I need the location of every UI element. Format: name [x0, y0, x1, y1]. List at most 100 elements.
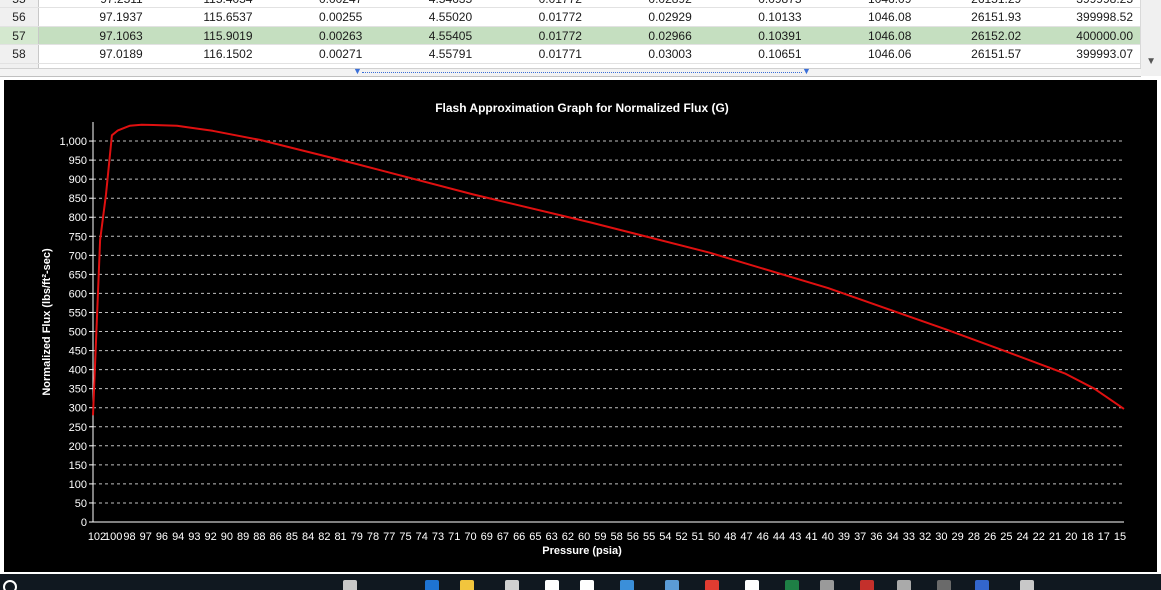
table-cell[interactable]: 1046.08	[810, 27, 920, 44]
table-cell[interactable]: 1046.09	[810, 0, 920, 7]
panel-splitter[interactable]: ▼ ▼	[0, 66, 1141, 77]
y-tick-label: 350	[69, 384, 87, 396]
table-cell[interactable]: 0.00271	[261, 45, 371, 62]
chrome-icon[interactable]	[705, 580, 719, 590]
table-cell[interactable]: 97.0189	[39, 45, 151, 62]
x-tick-label: 54	[659, 531, 671, 543]
row-header[interactable]: 57	[0, 26, 39, 45]
excel-icon[interactable]	[785, 580, 799, 590]
table-cell[interactable]: 0.01771	[480, 45, 590, 62]
table-row[interactable]: 58 97.0189 116.1502 0.00271 4.55791 0.01771 0.…	[0, 45, 1141, 64]
scroll-down-icon[interactable]: ▼	[1146, 56, 1156, 67]
table-row[interactable]: 57 97.1063 115.9019 0.00263 4.55405 0.01772 0.…	[0, 26, 1141, 46]
app-icon-3[interactable]	[820, 580, 834, 590]
table-cell[interactable]: 97.1063	[39, 27, 151, 44]
table-cell[interactable]: 4.55405	[370, 27, 480, 44]
table-row[interactable]: 56 97.1937 115.6537 0.00255 4.55020 0.01772 0.…	[0, 8, 1141, 27]
table-cell[interactable]: 0.00247	[261, 0, 371, 7]
table-cell[interactable]: 0.10651	[700, 45, 810, 62]
table-cell[interactable]: 115.4054	[151, 0, 261, 7]
row-header[interactable]: 58	[0, 45, 39, 63]
table-cell[interactable]: 4.55791	[370, 45, 480, 62]
x-tick-label: 70	[464, 531, 476, 543]
chart-title: Flash Approximation Graph for Normalized…	[435, 101, 729, 115]
table-cell[interactable]: 400000.00	[1029, 27, 1141, 44]
x-tick-label: 26	[984, 531, 996, 543]
store-icon[interactable]	[505, 580, 519, 590]
splitter-down-icon[interactable]: ▼	[802, 66, 811, 76]
app-icon-2[interactable]	[665, 580, 679, 590]
splitter-up-icon[interactable]: ▼	[353, 66, 362, 76]
app-icon[interactable]	[620, 580, 634, 590]
x-tick-label: 22	[1033, 531, 1045, 543]
table-cell[interactable]: 399993.07	[1029, 45, 1141, 62]
folder-icon[interactable]	[460, 580, 474, 590]
app-icon-4[interactable]	[897, 580, 911, 590]
table-cell[interactable]: 26152.02	[919, 27, 1029, 44]
x-tick-label: 77	[383, 531, 395, 543]
table-cell[interactable]: 0.02966	[590, 27, 700, 44]
edge-icon[interactable]	[425, 580, 439, 590]
x-tick-label: 25	[1000, 531, 1012, 543]
table-cell[interactable]: 399998.25	[1029, 0, 1141, 7]
x-tick-label: 58	[610, 531, 622, 543]
table-cell[interactable]: 116.1502	[151, 45, 261, 62]
x-tick-label: 15	[1114, 531, 1126, 543]
x-tick-label: 78	[367, 531, 379, 543]
x-tick-label: 21	[1049, 531, 1061, 543]
y-tick-label: 250	[69, 422, 87, 434]
x-tick-label: 97	[140, 531, 152, 543]
table-cell[interactable]: 115.6537	[151, 8, 261, 25]
app-icon-6[interactable]	[975, 580, 989, 590]
table-cell[interactable]: 1046.06	[810, 45, 920, 62]
table-row[interactable]: 5597.2511115.40540.002474.546350.017720.…	[0, 0, 1141, 9]
app-icon-5[interactable]	[937, 580, 951, 590]
data-grid: 5597.2511115.40540.002474.546350.017720.…	[0, 0, 1161, 76]
table-cell[interactable]: 4.55020	[370, 8, 480, 25]
grid-vertical-scrollbar[interactable]: ▼	[1140, 0, 1161, 76]
acrobat-icon[interactable]	[860, 580, 874, 590]
table-cell[interactable]: 399998.52	[1029, 8, 1141, 25]
table-cell[interactable]: 0.00255	[261, 8, 371, 25]
app-icon-7[interactable]	[1020, 580, 1034, 590]
table-cell[interactable]: 26151.57	[919, 45, 1029, 62]
chart-gridlines	[93, 140, 1124, 504]
table-cell[interactable]: 0.01772	[480, 27, 590, 44]
table-cell[interactable]: 97.1937	[39, 8, 151, 25]
table-cell[interactable]: 0.00263	[261, 27, 371, 44]
table-cell[interactable]: 0.02892	[590, 0, 700, 7]
table-cell[interactable]: 0.10133	[700, 8, 810, 25]
task-view-icon[interactable]	[343, 580, 357, 590]
row-header[interactable]: 55	[0, 0, 39, 8]
x-tick-label: 59	[594, 531, 606, 543]
x-tick-label: 75	[399, 531, 411, 543]
x-tick-label: 86	[269, 531, 281, 543]
table-cell[interactable]: 26151.29	[919, 0, 1029, 7]
dropbox-icon[interactable]	[580, 580, 594, 590]
x-tick-label: 47	[740, 531, 752, 543]
mail-icon[interactable]	[545, 580, 559, 590]
table-cell[interactable]: 26151.93	[919, 8, 1029, 25]
film-icon[interactable]	[745, 580, 759, 590]
x-tick-label: 48	[724, 531, 736, 543]
x-tick-label: 28	[968, 531, 980, 543]
table-cell[interactable]: 0.03003	[590, 45, 700, 62]
x-tick-label: 92	[205, 531, 217, 543]
search-icon[interactable]	[3, 580, 17, 590]
splitter-grip	[362, 72, 802, 73]
row-header[interactable]: 56	[0, 8, 39, 26]
table-cell[interactable]: 0.02929	[590, 8, 700, 25]
table-cell[interactable]: 4.54635	[370, 0, 480, 7]
table-cell[interactable]: 115.9019	[151, 27, 261, 44]
table-cell[interactable]: 97.2511	[39, 0, 151, 7]
table-cell[interactable]: 0.01772	[480, 8, 590, 25]
y-tick-label: 800	[69, 212, 87, 224]
x-tick-label: 81	[334, 531, 346, 543]
x-tick-label: 60	[578, 531, 590, 543]
x-tick-label: 20	[1065, 531, 1077, 543]
table-cell[interactable]: 0.09875	[700, 0, 810, 7]
table-cell[interactable]: 1046.08	[810, 8, 920, 25]
table-cell[interactable]: 0.01772	[480, 0, 590, 7]
y-tick-label: 700	[69, 250, 87, 262]
table-cell[interactable]: 0.10391	[700, 27, 810, 44]
